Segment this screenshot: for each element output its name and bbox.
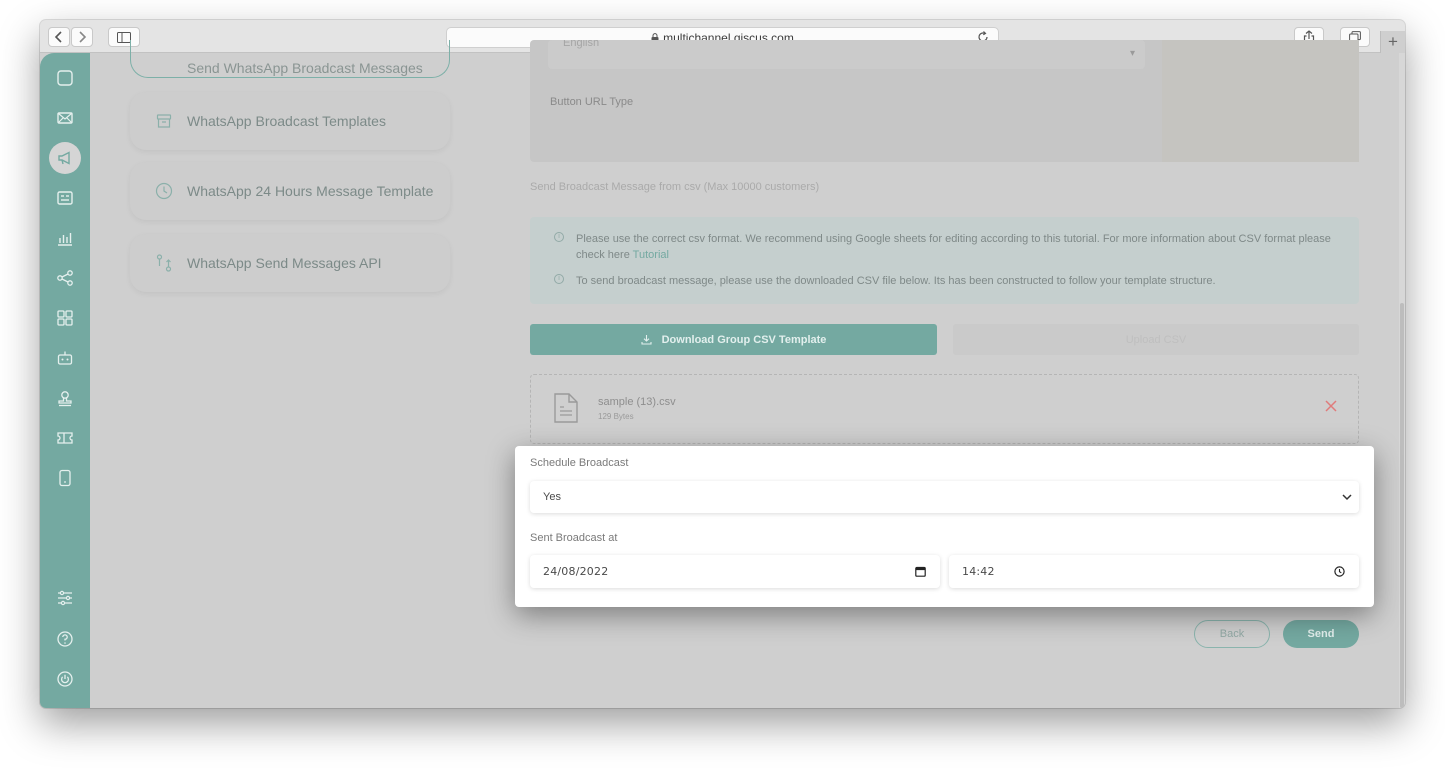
broadcast-time-input[interactable]: 14:42 bbox=[949, 555, 1359, 588]
new-tab-button[interactable]: + bbox=[1380, 31, 1405, 53]
language-select[interactable]: English ▾ bbox=[548, 40, 1145, 69]
schedule-broadcast-card: Schedule Broadcast Yes Sent Broadcast at… bbox=[515, 446, 1374, 607]
inbox-icon[interactable] bbox=[55, 68, 75, 88]
menu-item-24-hours-template[interactable]: WhatsApp 24 Hours Message Template bbox=[130, 162, 450, 220]
chevron-down-icon: ▾ bbox=[1129, 48, 1135, 59]
remove-file-icon[interactable] bbox=[1324, 399, 1338, 418]
time-value: 14:42 bbox=[962, 565, 995, 578]
download-csv-template-button[interactable]: Download Group CSV Template bbox=[530, 324, 937, 355]
contacts-card-icon[interactable] bbox=[55, 188, 75, 208]
schedule-selected-value: Yes bbox=[543, 491, 561, 503]
csv-section-label: Send Broadcast Message from csv (Max 100… bbox=[530, 181, 820, 193]
csv-info-box: i Please use the correct csv format. We … bbox=[530, 217, 1359, 304]
info-text-structure: To send broadcast message, please use th… bbox=[576, 275, 1216, 287]
language-value: English bbox=[563, 40, 600, 49]
download-button-label: Download Group CSV Template bbox=[661, 333, 827, 346]
info-icon: i bbox=[554, 274, 564, 284]
ticket-icon[interactable] bbox=[55, 428, 75, 448]
browser-window: multichannel.qiscus.com + Send WhatsApp … bbox=[40, 20, 1405, 708]
chevron-left-icon bbox=[54, 31, 62, 43]
tutorial-link[interactable]: Tutorial bbox=[633, 249, 669, 261]
download-icon bbox=[641, 334, 652, 345]
info-line-format: i Please use the correct csv format. We … bbox=[554, 231, 1344, 263]
sent-broadcast-at-label: Sent Broadcast at bbox=[530, 532, 618, 544]
info-icon: i bbox=[554, 232, 564, 242]
schedule-broadcast-select[interactable]: Yes bbox=[530, 481, 1359, 513]
send-button[interactable]: Send bbox=[1283, 620, 1359, 648]
upload-button-label: Upload CSV bbox=[1125, 333, 1187, 346]
api-flow-icon bbox=[155, 254, 173, 272]
calendar-icon[interactable] bbox=[915, 566, 926, 580]
chevron-right-icon bbox=[79, 31, 87, 43]
uploaded-file-card: sample (13).csv 129 Bytes bbox=[530, 374, 1359, 444]
menu-item-label: WhatsApp 24 Hours Message Template bbox=[187, 183, 434, 199]
menu-item-label: Send WhatsApp Broadcast Messages bbox=[187, 60, 423, 76]
apps-grid-icon[interactable] bbox=[55, 308, 75, 328]
menu-item-label: WhatsApp Broadcast Templates bbox=[187, 113, 386, 129]
back-button[interactable]: Back bbox=[1194, 620, 1270, 648]
schedule-broadcast-label: Schedule Broadcast bbox=[530, 457, 629, 469]
file-size: 129 Bytes bbox=[598, 412, 634, 421]
mobile-icon[interactable] bbox=[55, 468, 75, 488]
date-value: 24/08/2022 bbox=[543, 565, 609, 578]
clock-icon bbox=[155, 182, 173, 200]
broadcast-date-input[interactable]: 24/08/2022 bbox=[530, 555, 940, 588]
back-button[interactable] bbox=[48, 27, 70, 47]
bot-icon[interactable] bbox=[55, 348, 75, 368]
analytics-chart-icon[interactable] bbox=[55, 228, 75, 248]
broadcast-megaphone-icon[interactable] bbox=[49, 142, 81, 174]
integration-share-icon[interactable] bbox=[55, 268, 75, 288]
menu-item-broadcast-templates[interactable]: WhatsApp Broadcast Templates bbox=[130, 92, 450, 150]
forward-button[interactable] bbox=[71, 27, 93, 47]
preview-placeholder bbox=[1162, 40, 1359, 162]
settings-sliders-icon[interactable] bbox=[55, 588, 75, 608]
agent-stamp-icon[interactable] bbox=[55, 388, 75, 408]
file-document-icon bbox=[553, 392, 579, 429]
archive-icon bbox=[155, 112, 173, 130]
scrollbar-thumb[interactable] bbox=[1400, 303, 1404, 708]
mail-icon[interactable] bbox=[55, 108, 75, 128]
menu-item-send-messages-api[interactable]: WhatsApp Send Messages API bbox=[130, 234, 450, 292]
chevron-down-icon bbox=[1341, 491, 1353, 506]
info-line-structure: i To send broadcast message, please use … bbox=[554, 273, 1344, 289]
power-icon[interactable] bbox=[55, 669, 75, 689]
sidebar-toggle-icon bbox=[117, 31, 131, 43]
menu-item-label: WhatsApp Send Messages API bbox=[187, 255, 382, 271]
upload-csv-button[interactable]: Upload CSV bbox=[953, 324, 1359, 355]
help-icon[interactable] bbox=[55, 629, 75, 649]
clock-icon[interactable] bbox=[1334, 566, 1345, 580]
info-text-format: Please use the correct csv format. We re… bbox=[576, 233, 1331, 261]
app-sidebar bbox=[40, 53, 90, 708]
menu-item-send-broadcast[interactable]: Send WhatsApp Broadcast Messages bbox=[130, 40, 450, 78]
button-url-type-label: Button URL Type bbox=[550, 96, 634, 108]
file-name: sample (13).csv bbox=[598, 396, 676, 408]
